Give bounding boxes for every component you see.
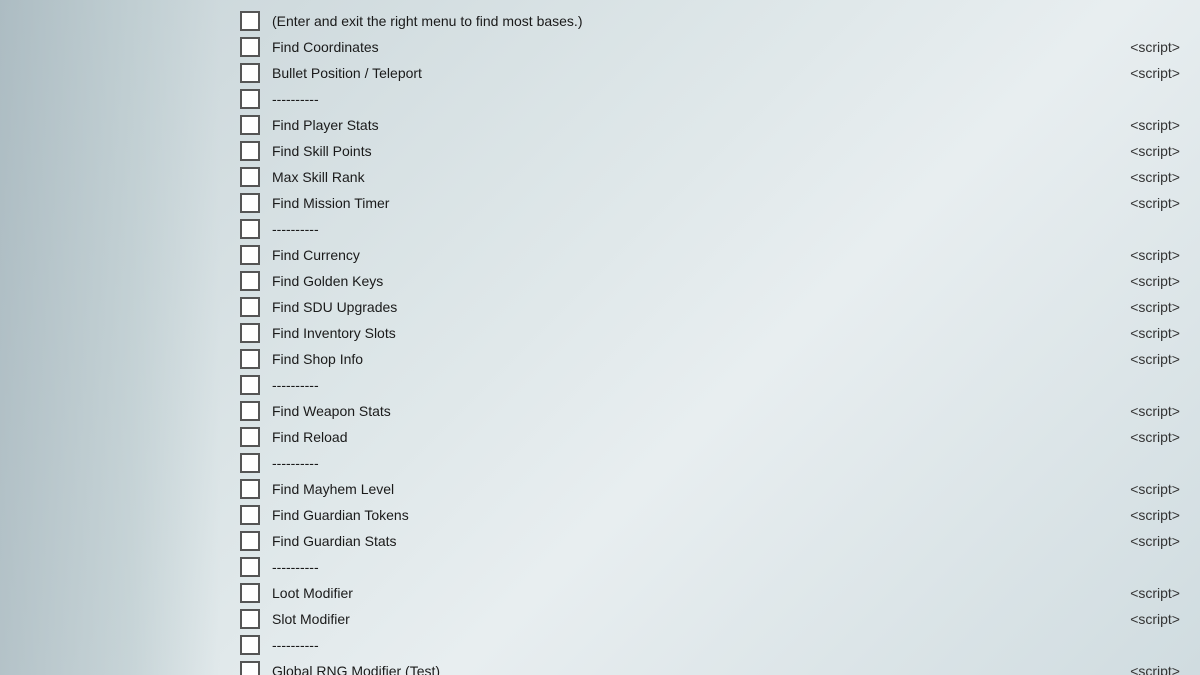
script-value-23: <script> (1100, 611, 1180, 627)
list-item-row: Find Weapon Stats<script> (240, 398, 1180, 424)
checkbox-item-11[interactable] (240, 297, 260, 317)
list-item-row: Find SDU Upgrades<script> (240, 294, 1180, 320)
separator-label: ---------- (272, 91, 1180, 107)
script-value-15: <script> (1100, 403, 1180, 419)
separator-label: ---------- (272, 559, 1180, 575)
list-item-row: Find Shop Info<script> (240, 346, 1180, 372)
checkbox-item-16[interactable] (240, 427, 260, 447)
main-content: (Enter and exit the right menu to find m… (220, 0, 1200, 675)
script-value-19: <script> (1100, 507, 1180, 523)
list-item-row: Find Coordinates<script> (240, 34, 1180, 60)
checkbox-item-0[interactable] (240, 11, 260, 31)
separator-label: ---------- (272, 221, 1180, 237)
checkbox-item-25[interactable] (240, 661, 260, 675)
item-label: Find Skill Points (272, 143, 1100, 159)
checkbox-item-20[interactable] (240, 531, 260, 551)
list-item-row: Find Guardian Stats<script> (240, 528, 1180, 554)
item-label: Find Golden Keys (272, 273, 1100, 289)
checkbox-item-1[interactable] (240, 37, 260, 57)
note-row: (Enter and exit the right menu to find m… (240, 8, 1180, 34)
checkbox-item-5[interactable] (240, 141, 260, 161)
item-label: Find Inventory Slots (272, 325, 1100, 341)
list-item-row: Slot Modifier<script> (240, 606, 1180, 632)
checkbox-item-23[interactable] (240, 609, 260, 629)
checkbox-item-18[interactable] (240, 479, 260, 499)
script-value-13: <script> (1100, 351, 1180, 367)
script-value-7: <script> (1100, 195, 1180, 211)
checkbox-item-7[interactable] (240, 193, 260, 213)
list-item-row: Find Skill Points<script> (240, 138, 1180, 164)
script-value-1: <script> (1100, 39, 1180, 55)
item-label: Find Mayhem Level (272, 481, 1100, 497)
checkbox-item-6[interactable] (240, 167, 260, 187)
separator-label: ---------- (272, 637, 1180, 653)
item-label: Find Reload (272, 429, 1100, 445)
item-label: Max Skill Rank (272, 169, 1100, 185)
list-item-row: Find Guardian Tokens<script> (240, 502, 1180, 528)
separator-row: ---------- (240, 372, 1180, 398)
checkbox-item-14[interactable] (240, 375, 260, 395)
checkbox-item-19[interactable] (240, 505, 260, 525)
item-label: Find Coordinates (272, 39, 1100, 55)
checkbox-item-15[interactable] (240, 401, 260, 421)
list-item-row: Max Skill Rank<script> (240, 164, 1180, 190)
script-value-2: <script> (1100, 65, 1180, 81)
script-value-4: <script> (1100, 117, 1180, 133)
checkbox-item-24[interactable] (240, 635, 260, 655)
script-value-9: <script> (1100, 247, 1180, 263)
item-label: Find Weapon Stats (272, 403, 1100, 419)
checkbox-item-21[interactable] (240, 557, 260, 577)
checkbox-item-4[interactable] (240, 115, 260, 135)
checkbox-item-12[interactable] (240, 323, 260, 343)
separator-row: ---------- (240, 216, 1180, 242)
item-label: Find Guardian Tokens (272, 507, 1100, 523)
checkbox-item-22[interactable] (240, 583, 260, 603)
item-label: Find Guardian Stats (272, 533, 1100, 549)
separator-row: ---------- (240, 450, 1180, 476)
item-label: Bullet Position / Teleport (272, 65, 1100, 81)
list-item-row: Find Golden Keys<script> (240, 268, 1180, 294)
item-label: Slot Modifier (272, 611, 1100, 627)
separator-row: ---------- (240, 632, 1180, 658)
list-item-row: Find Mission Timer<script> (240, 190, 1180, 216)
item-label: Find Shop Info (272, 351, 1100, 367)
separator-row: ---------- (240, 554, 1180, 580)
script-value-18: <script> (1100, 481, 1180, 497)
list-item-row: Find Reload<script> (240, 424, 1180, 450)
checkbox-item-3[interactable] (240, 89, 260, 109)
script-value-10: <script> (1100, 273, 1180, 289)
item-label: Loot Modifier (272, 585, 1100, 601)
separator-row: ---------- (240, 86, 1180, 112)
script-value-25: <script> (1100, 663, 1180, 675)
list-item-row: Find Inventory Slots<script> (240, 320, 1180, 346)
checkbox-item-13[interactable] (240, 349, 260, 369)
script-value-5: <script> (1100, 143, 1180, 159)
script-value-11: <script> (1100, 299, 1180, 315)
checkbox-item-9[interactable] (240, 245, 260, 265)
list-item-row: Bullet Position / Teleport<script> (240, 60, 1180, 86)
item-label: Find SDU Upgrades (272, 299, 1100, 315)
separator-label: ---------- (272, 455, 1180, 471)
item-label: Find Player Stats (272, 117, 1100, 133)
item-label: (Enter and exit the right menu to find m… (272, 13, 1180, 29)
list-item-row: Find Mayhem Level<script> (240, 476, 1180, 502)
script-value-6: <script> (1100, 169, 1180, 185)
script-value-20: <script> (1100, 533, 1180, 549)
sidebar-decoration (0, 0, 220, 675)
script-value-12: <script> (1100, 325, 1180, 341)
list-item-row: Loot Modifier<script> (240, 580, 1180, 606)
list-item-row: Find Currency<script> (240, 242, 1180, 268)
script-value-22: <script> (1100, 585, 1180, 601)
checkbox-item-8[interactable] (240, 219, 260, 239)
item-label: Global RNG Modifier (Test) (272, 663, 1100, 675)
list-item-row: Global RNG Modifier (Test)<script> (240, 658, 1180, 675)
checkbox-item-10[interactable] (240, 271, 260, 291)
list-item-row: Find Player Stats<script> (240, 112, 1180, 138)
script-value-16: <script> (1100, 429, 1180, 445)
separator-label: ---------- (272, 377, 1180, 393)
checkbox-item-17[interactable] (240, 453, 260, 473)
item-label: Find Currency (272, 247, 1100, 263)
item-label: Find Mission Timer (272, 195, 1100, 211)
checkbox-item-2[interactable] (240, 63, 260, 83)
